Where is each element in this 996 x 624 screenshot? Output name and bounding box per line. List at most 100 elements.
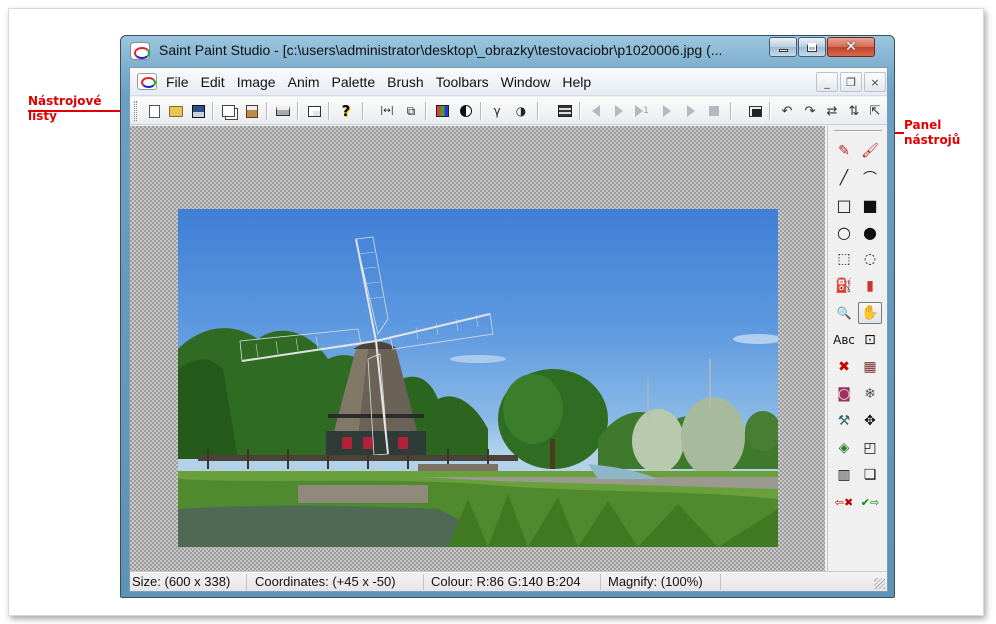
tool-pen[interactable]: ✎ (832, 140, 856, 162)
menu-file[interactable]: File (166, 74, 195, 90)
resize-grip[interactable] (874, 578, 885, 589)
redo-button[interactable]: ✔⇨ (858, 491, 882, 513)
tool-frame[interactable]: ◈ (832, 437, 856, 459)
play-once-button[interactable]: 1 (632, 101, 652, 121)
tool-text[interactable]: Aʙᴄ (832, 329, 856, 351)
status-separator (246, 574, 247, 590)
print-button[interactable] (273, 101, 293, 121)
tool-filled-ellipse[interactable]: ● (858, 221, 882, 243)
new-button[interactable] (144, 101, 164, 121)
rect-select-icon: ⬚ (837, 251, 851, 267)
palette-button[interactable] (432, 101, 452, 121)
tool-brush[interactable]: 🖌 (858, 140, 882, 162)
flip-button[interactable]: ⇄ (822, 101, 842, 121)
color-replace-icon: ✖ (838, 359, 850, 375)
tool-canvas[interactable]: ◰ (858, 437, 882, 459)
brightness-button[interactable]: ◑ (511, 101, 531, 121)
menu-brush[interactable]: Brush (387, 74, 430, 90)
window-title: Saint Paint Studio - [c:\users\administr… (159, 42, 723, 58)
tool-hand[interactable]: ✋ (858, 302, 882, 324)
tool-rectangle[interactable]: □ (832, 194, 856, 216)
mirror-button[interactable]: ⇅ (844, 101, 864, 121)
tool-line[interactable]: ╱ (832, 167, 856, 189)
play-loop-button[interactable] (657, 101, 677, 121)
mirror-icon: ⇅ (848, 103, 860, 119)
tool-clone[interactable]: ⚒ (832, 410, 856, 432)
toolbar-grip[interactable] (134, 101, 137, 121)
tool-filled-rectangle[interactable]: ■ (858, 194, 882, 216)
play-loop-icon (663, 105, 671, 117)
app-icon[interactable] (130, 42, 150, 60)
menu-toolbars[interactable]: Toolbars (436, 74, 495, 90)
rotate-left-button[interactable]: ↶ (777, 101, 797, 121)
help-button[interactable]: ? (336, 101, 356, 121)
frames-button[interactable] (555, 101, 575, 121)
mdi-restore-button[interactable]: ❐ (840, 72, 862, 92)
maximize-button[interactable] (798, 37, 826, 57)
paste-button[interactable] (242, 101, 262, 121)
toolbar-separator (297, 102, 298, 120)
mdi-close-button[interactable]: × (864, 72, 886, 92)
menu-palette[interactable]: Palette (332, 74, 382, 90)
annotation-panel: Panel nástrojů (904, 118, 984, 148)
menu-image[interactable]: Image (237, 74, 282, 90)
menu-anim[interactable]: Anim (288, 74, 326, 90)
redo-icon: ✔⇨ (860, 495, 880, 509)
tool-pattern[interactable]: ▦ (858, 356, 882, 378)
transform-button[interactable]: ⇱ (865, 101, 885, 121)
menu-help[interactable]: Help (562, 74, 597, 90)
next-frame-icon (615, 105, 623, 117)
thumbnail-button[interactable] (745, 101, 765, 121)
image-canvas[interactable] (178, 209, 778, 547)
mdi-minimize-button[interactable]: _ (816, 72, 838, 92)
annotation-panel-line2: nástrojů (904, 133, 961, 147)
tool-rect-select[interactable]: ⬚ (832, 248, 856, 270)
crop-button[interactable]: ⧉ (401, 101, 421, 121)
annotation-panel-line1: Panel (904, 118, 942, 132)
resize-button[interactable]: |↔| (377, 101, 397, 121)
next-frame-button[interactable] (609, 101, 629, 121)
tool-film[interactable]: ▥ (832, 464, 856, 486)
tool-curve[interactable]: ⌒ (858, 167, 882, 189)
lasso-select-icon: ◌ (863, 251, 877, 267)
contrast-button[interactable] (456, 101, 476, 121)
status-separator (720, 574, 721, 590)
palette-grid-icon (435, 105, 449, 117)
frame-icon: ◈ (838, 440, 850, 456)
tool-magnifier-area[interactable]: ◙ (832, 383, 856, 405)
menu-edit[interactable]: Edit (201, 74, 231, 90)
tool-picker[interactable]: ⊡ (858, 329, 882, 351)
prev-frame-button[interactable] (586, 101, 606, 121)
filled-rectangle-icon: ■ (862, 195, 878, 215)
open-button[interactable] (166, 101, 186, 121)
gamma-button[interactable]: γ (487, 101, 507, 121)
tool-panel-grip[interactable] (834, 130, 882, 132)
play-pingpong-button[interactable] (681, 101, 701, 121)
copy-button[interactable] (218, 101, 238, 121)
tool-ellipse[interactable]: ○ (832, 221, 856, 243)
tool-zoom[interactable]: 🔍 (832, 302, 856, 324)
document-icon[interactable] (137, 73, 157, 90)
menu-window[interactable]: Window (501, 74, 557, 90)
thumbnail-icon (748, 105, 762, 117)
title-bar[interactable]: Saint Paint Studio - [c:\users\administr… (121, 36, 894, 66)
tool-fill[interactable]: ⛽ (832, 275, 856, 297)
tool-layers[interactable]: ❏ (858, 464, 882, 486)
minimize-button[interactable] (769, 37, 797, 57)
tool-move[interactable]: ✥ (858, 410, 882, 432)
rotate-right-button[interactable]: ↷ (800, 101, 820, 121)
status-separator (600, 574, 601, 590)
stop-button[interactable] (704, 101, 724, 121)
window-button[interactable] (304, 101, 324, 121)
undo-button[interactable]: ⇦✖ (832, 491, 856, 513)
tool-spray[interactable]: ▮ (858, 275, 882, 297)
canvas-area[interactable] (130, 126, 825, 571)
toolbar-separator (362, 102, 363, 120)
save-button[interactable] (188, 101, 208, 121)
annotation-toolbars-line1: Nástrojové (28, 94, 102, 108)
tool-lasso-select[interactable]: ◌ (858, 248, 882, 270)
close-button[interactable]: ✕ (827, 37, 875, 57)
tool-color-replace[interactable]: ✖ (832, 356, 856, 378)
minimize-icon (778, 48, 788, 52)
tool-effects[interactable]: ❄ (858, 383, 882, 405)
